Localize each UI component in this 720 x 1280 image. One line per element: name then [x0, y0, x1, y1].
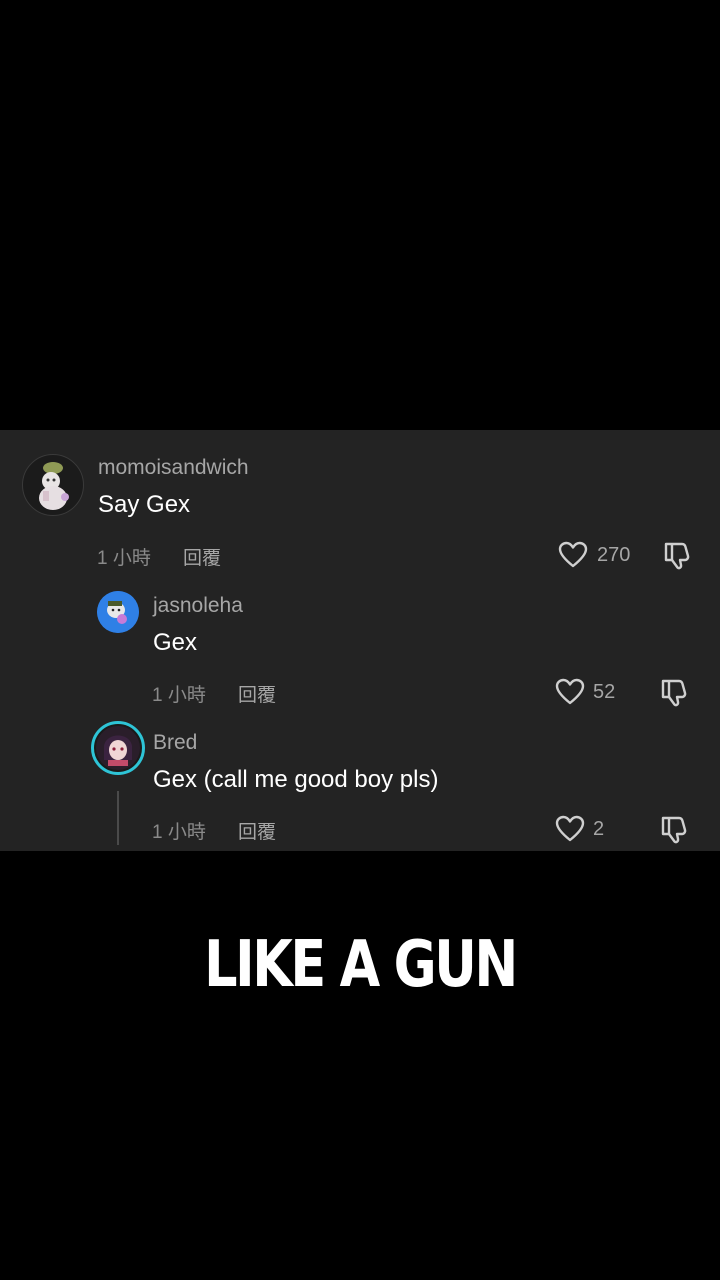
comment-time: 1 小時 — [152, 685, 206, 706]
like-count: 2 — [593, 818, 605, 840]
thumbs-down-icon[interactable] — [662, 539, 694, 571]
like-count: 52 — [593, 681, 616, 703]
avatar-bred[interactable] — [91, 721, 145, 775]
heart-outline-icon[interactable] — [554, 676, 586, 708]
reply-button[interactable]: 回覆 — [238, 680, 276, 707]
video-caption: LIKE A GUN — [204, 928, 518, 1002]
username[interactable]: Bred — [153, 731, 197, 755]
comment-text: Gex (call me good boy pls) — [153, 766, 439, 793]
heart-outline-icon[interactable] — [554, 813, 586, 845]
like-count: 270 — [597, 544, 631, 566]
username[interactable]: jasnoleha — [153, 594, 243, 618]
comment-text: Gex — [153, 629, 198, 656]
comment-time: 1 小時 — [152, 822, 206, 843]
heart-outline-icon[interactable] — [557, 539, 589, 571]
reply-button[interactable]: 回覆 — [238, 817, 276, 844]
comment-time: 1 小時 — [97, 548, 151, 569]
thumbs-down-icon[interactable] — [659, 676, 691, 708]
comment-text: Say Gex — [98, 491, 191, 518]
avatar-momoisandwich[interactable] — [22, 454, 84, 516]
reply-button[interactable]: 回覆 — [183, 543, 221, 570]
thumbs-down-icon[interactable] — [659, 813, 691, 845]
username[interactable]: momoisandwich — [98, 456, 249, 480]
reply-thread-line — [117, 791, 119, 845]
avatar-jasnoleha[interactable] — [97, 591, 139, 633]
